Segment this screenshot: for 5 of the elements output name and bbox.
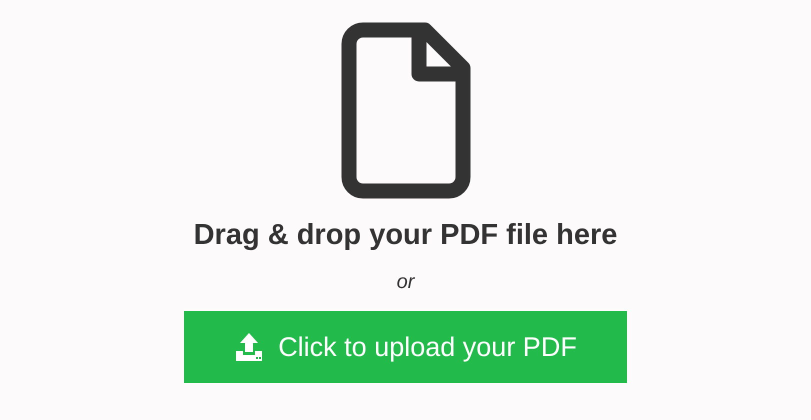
file-icon xyxy=(340,22,470,199)
drop-zone-heading: Drag & drop your PDF file here xyxy=(194,221,618,250)
upload-button[interactable]: Click to upload your PDF xyxy=(184,311,627,383)
separator-text: or xyxy=(396,272,414,292)
upload-icon xyxy=(234,332,264,362)
